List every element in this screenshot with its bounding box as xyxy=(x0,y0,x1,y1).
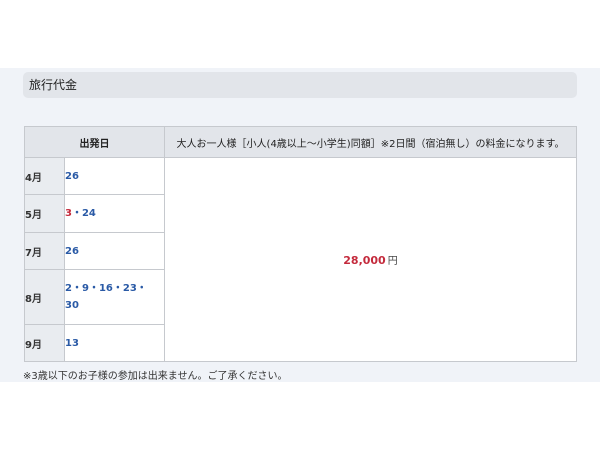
date-link[interactable]: 13 xyxy=(65,338,79,349)
date-link[interactable]: 2 xyxy=(65,283,72,294)
table-header-row: 出発日 大人お一人様［小人(4歳以上～小学生)同額］※2日間（宿泊無し）の料金に… xyxy=(24,126,577,158)
date-separator: ・ xyxy=(112,283,123,294)
price-cell: 28,000 円 xyxy=(164,157,577,362)
section-title: 旅行代金 xyxy=(23,72,577,98)
date-link[interactable]: 3 xyxy=(65,208,72,219)
month-cell: 8月 xyxy=(24,269,65,325)
month-cell: 4月 xyxy=(24,157,65,195)
date-separator: ・ xyxy=(71,283,82,294)
date-link[interactable]: 23 xyxy=(123,283,137,294)
date-link[interactable]: 26 xyxy=(65,246,79,257)
footnote: ※3歳以下のお子様の参加は出来ません。ご了承ください。 xyxy=(23,371,288,382)
price-table: 出発日 大人お一人様［小人(4歳以上～小学生)同額］※2日間（宿泊無し）の料金に… xyxy=(24,126,577,362)
date-separator: ・ xyxy=(71,208,82,219)
date-link[interactable]: 9 xyxy=(82,283,89,294)
month-cell: 5月 xyxy=(24,194,65,233)
header-departure-date: 出発日 xyxy=(24,126,165,158)
table-row: 4月 26 28,000 円 xyxy=(24,157,577,362)
header-price-note: 大人お一人様［小人(4歳以上～小学生)同額］※2日間（宿泊無し）の料金になります… xyxy=(164,126,577,158)
dates-cell: 26 xyxy=(64,157,165,195)
month-cell: 9月 xyxy=(24,324,65,362)
dates-cell: 26 xyxy=(64,232,165,270)
date-link[interactable]: 30 xyxy=(65,300,79,311)
dates-cell: 13 xyxy=(64,324,165,362)
month-cell: 7月 xyxy=(24,232,65,270)
date-link[interactable]: 24 xyxy=(82,208,96,219)
dates-cell: 2・9・16・23・ 30 xyxy=(64,269,165,325)
date-link[interactable]: 16 xyxy=(99,283,113,294)
date-separator: ・ xyxy=(136,283,147,294)
date-link[interactable]: 26 xyxy=(65,171,79,182)
price-amount: 28,000 xyxy=(343,254,386,267)
price-currency: 円 xyxy=(387,256,398,267)
dates-cell: 3・24 xyxy=(64,194,165,233)
date-separator: ・ xyxy=(88,283,99,294)
